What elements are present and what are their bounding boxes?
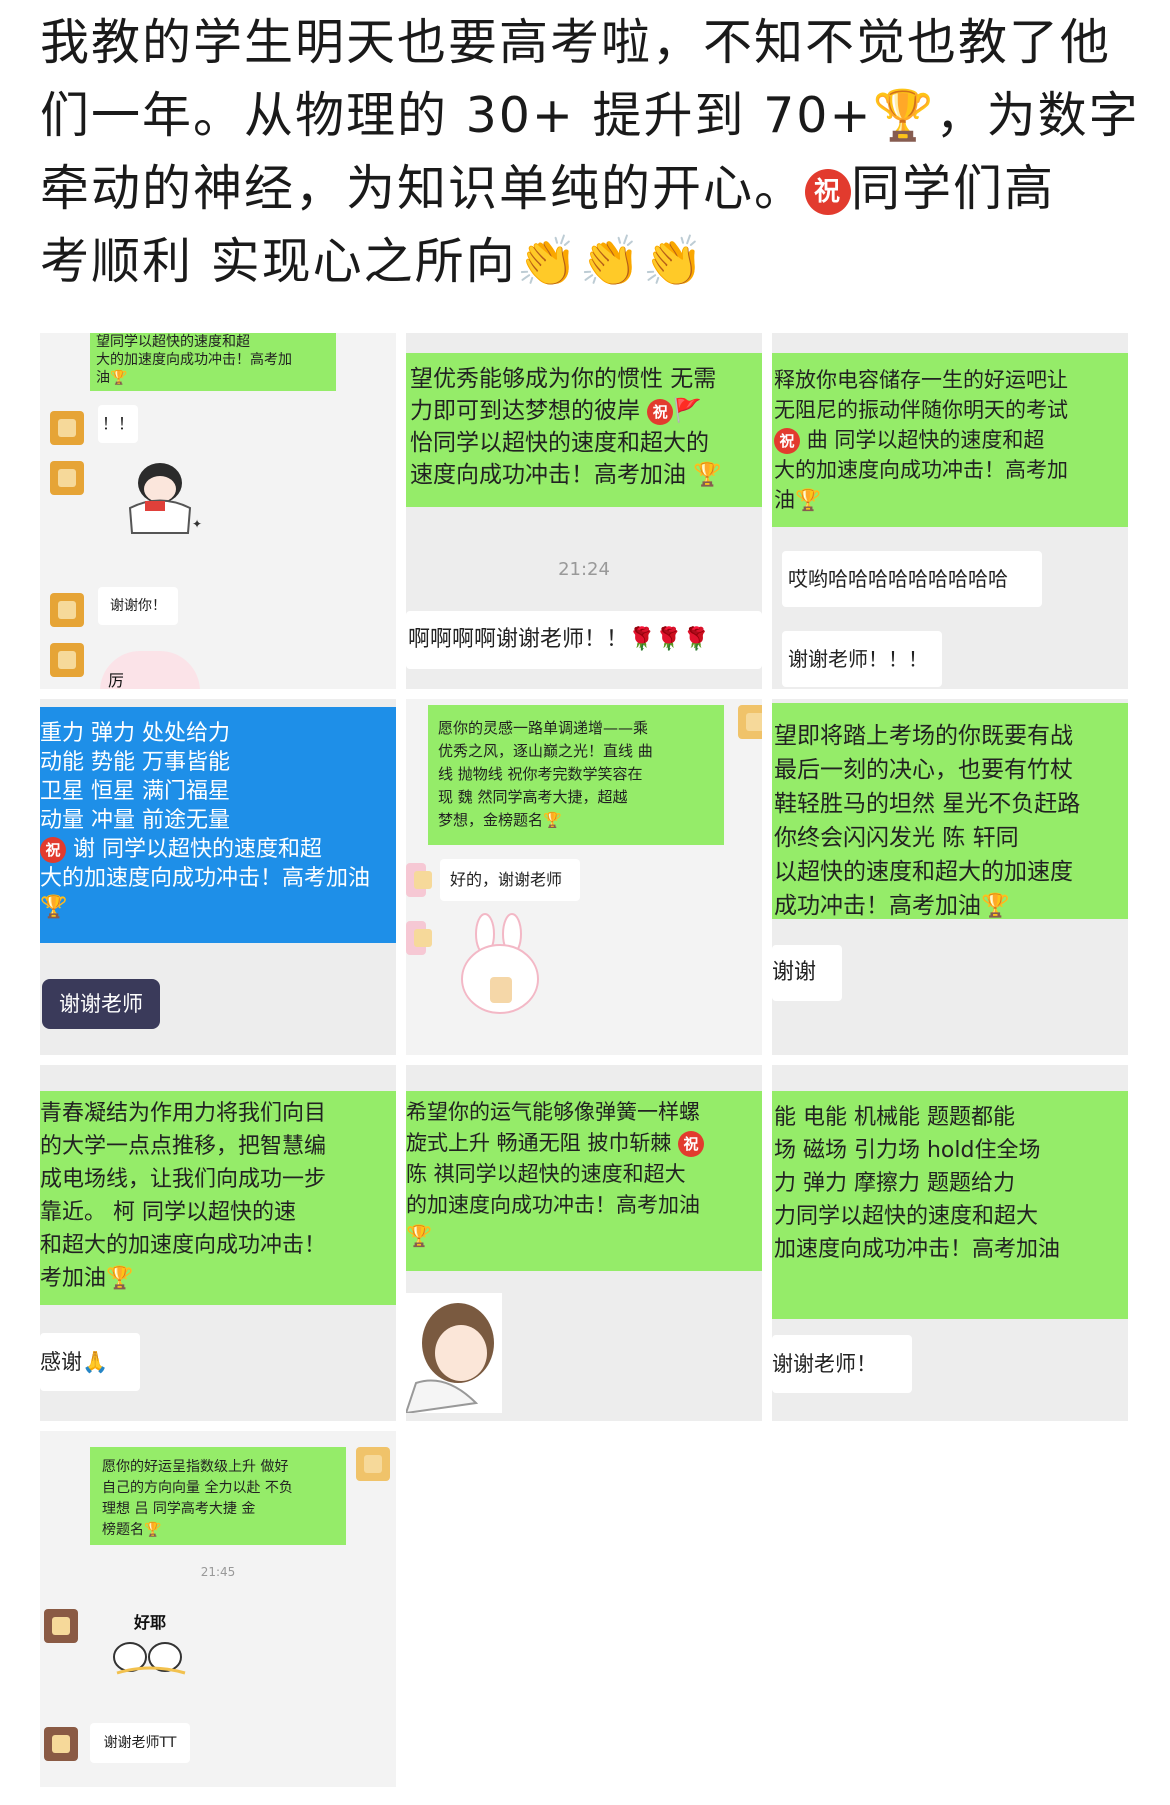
chat-screenshot-10[interactable]: 愿你的好运呈指数级上升 做好 自己的方向向量 全力以赴 不负 理想 吕 同学高考… — [40, 1431, 396, 1787]
message-bubble: 青春凝结为作用力将我们向目 的大学一点点推移，把智慧编 成电场线，让我们向成功一… — [40, 1091, 396, 1305]
message-bubble: 谢谢老师 — [42, 979, 160, 1029]
chat-screenshot-8[interactable]: 希望你的运气能够像弹簧一样螺 旋式上升 畅通无阻 披巾斩棘 祝 陈 祺同学以超快… — [406, 1065, 762, 1421]
chat-screenshot-5[interactable]: 愿你的灵感一路单调递增——乘 优秀之风，逐山巅之光！直线 曲 线 抛物线 祝你考… — [406, 699, 762, 1055]
girl-sticker — [406, 1293, 502, 1413]
avatar — [50, 411, 84, 445]
avatar — [356, 1447, 390, 1481]
sticker-partial: 厉 — [100, 651, 200, 689]
message-bubble: 望同学以超快的速度和超 大的加速度向成功冲击！高考加 油🏆 — [90, 333, 336, 391]
chat-screenshot-1[interactable]: 望同学以超快的速度和超 大的加速度向成功冲击！高考加 油🏆 ！！ ✦ 谢谢你！ … — [40, 333, 396, 689]
chat-screenshot-7[interactable]: 青春凝结为作用力将我们向目 的大学一点点推移，把智慧编 成电场线，让我们向成功一… — [40, 1065, 396, 1421]
message-bubble: 谢谢你！ — [98, 587, 178, 625]
zhu-icon: 祝 — [40, 837, 66, 863]
message-bubble: 望即将踏上考场的你既要有战 最后一刻的决心，也要有竹杖 鞋轻胜马的坦然 星光不负… — [772, 703, 1128, 919]
chat-screenshot-3[interactable]: 释放你电容储存一生的好运吧让 无阻尼的振动伴随你明天的考试 祝 曲 同学以超快的… — [772, 333, 1128, 689]
message-bubble: 谢谢老师！ — [772, 1335, 912, 1393]
chat-screenshot-9[interactable]: 能 电能 机械能 题题都能 场 磁场 引力场 hold住全场 力 弹力 摩擦力 … — [772, 1065, 1128, 1421]
zhu-icon: 祝 — [678, 1131, 705, 1157]
trophy-icon: 🏆 — [872, 87, 936, 144]
message-bubble: 哎哟哈哈哈哈哈哈哈哈哈 — [782, 551, 1042, 607]
post-line-4: 考顺利 实现心之所向👏👏👏 — [40, 233, 706, 290]
chick-sticker: 好耶 — [100, 1609, 200, 1679]
avatar — [50, 461, 84, 495]
avatar — [738, 705, 762, 739]
message-bubble: 谢谢 — [772, 945, 842, 1001]
chat-screenshot-6[interactable]: 望即将踏上考场的你既要有战 最后一刻的决心，也要有竹杖 鞋轻胜马的坦然 星光不负… — [772, 699, 1128, 1055]
avatar — [50, 593, 84, 627]
message-bubble: 愿你的灵感一路单调递增——乘 优秀之风，逐山巅之光！直线 曲 线 抛物线 祝你考… — [428, 705, 724, 845]
message-bubble: 好的，谢谢老师 — [440, 859, 580, 901]
post-line-3: 牵动的神经，为知识单纯的开心。祝同学们高 — [40, 160, 1056, 217]
message-bubble: 释放你电容储存一生的好运吧让 无阻尼的振动伴随你明天的考试 祝 曲 同学以超快的… — [772, 353, 1128, 527]
boy-sticker: ✦ — [128, 463, 202, 534]
message-bubble: 啊啊啊啊谢谢老师！！🌹🌹🌹 — [406, 611, 762, 669]
message-bubble: 希望你的运气能够像弹簧一样螺 旋式上升 畅通无阻 披巾斩棘 祝 陈 祺同学以超快… — [406, 1091, 762, 1271]
message-bubble: 能 电能 机械能 题题都能 场 磁场 引力场 hold住全场 力 弹力 摩擦力 … — [772, 1091, 1128, 1319]
message-bubble: 望优秀能够成为你的惯性 无需 力即可到达梦想的彼岸 祝 🚩 怡同学以超快的速度和超… — [406, 353, 762, 507]
message-bubble: 谢谢老师！！！ — [782, 631, 942, 687]
chat-screenshot-2[interactable]: 望优秀能够成为你的惯性 无需 力即可到达梦想的彼岸 祝 🚩 怡同学以超快的速度和超… — [406, 333, 762, 689]
avatar — [50, 643, 84, 677]
zhu-icon: 祝 — [647, 398, 674, 425]
message-bubble: 感谢🙏 — [40, 1333, 140, 1391]
message-bubble: 愿你的好运呈指数级上升 做好 自己的方向向量 全力以赴 不负 理想 吕 同学高考… — [90, 1447, 346, 1545]
clap-icon: 👏👏👏 — [516, 233, 706, 290]
zhu-icon: 祝 — [774, 428, 800, 454]
post-text: 我教的学生明天也要高考啦，不知不觉也教了他 们一年。从物理的 30+ 提升到 7… — [40, 6, 1140, 298]
message-bubble: 重力 弹力 处处给力 动能 势能 万事皆能 卫星 恒星 满门福星 动量 冲量 前… — [40, 707, 396, 943]
post-line-1: 我教的学生明天也要高考啦，不知不觉也教了他 — [40, 14, 1112, 71]
timestamp: 21:24 — [558, 559, 610, 580]
bunny-sticker — [461, 913, 539, 1014]
avatar — [44, 1727, 78, 1761]
avatar — [406, 921, 432, 955]
message-bubble: ！！ — [98, 405, 138, 443]
post-line-2: 们一年。从物理的 30+ 提升到 70+🏆，为数字 — [40, 87, 1140, 144]
timestamp: 21:45 — [200, 1565, 236, 1579]
message-bubble: 谢谢老师TT — [90, 1723, 190, 1763]
avatar — [406, 863, 432, 897]
chat-screenshot-4[interactable]: 重力 弹力 处处给力 动能 势能 万事皆能 卫星 恒星 满门福星 动量 冲量 前… — [40, 699, 396, 1055]
avatar — [44, 1609, 78, 1643]
svg-text:✦: ✦ — [192, 517, 202, 531]
zhu-icon: 祝 — [805, 168, 852, 215]
